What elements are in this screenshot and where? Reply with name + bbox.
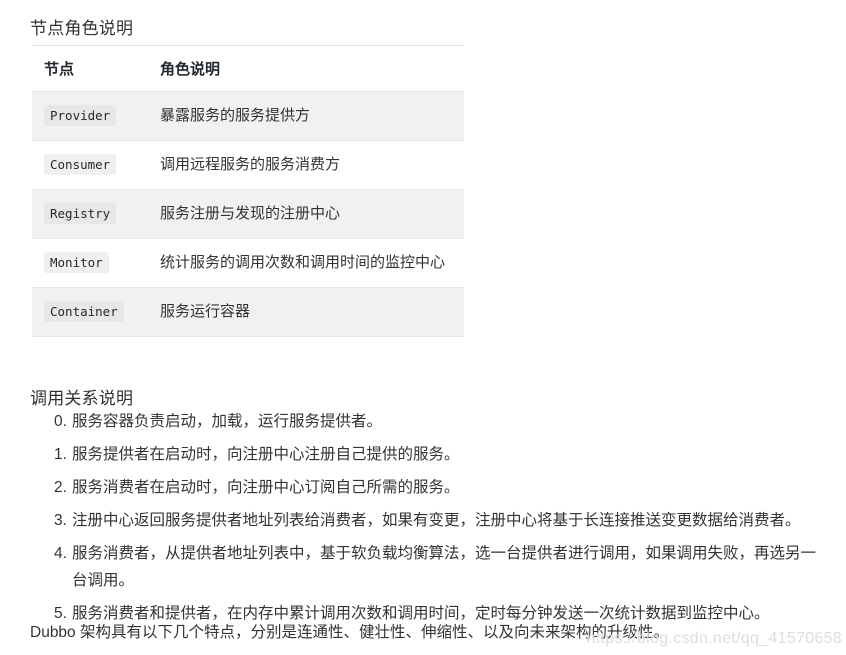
column-header-description: 角色说明 — [158, 45, 464, 92]
table-cell-description: 暴露服务的服务提供方 — [158, 91, 464, 141]
table-row: Container 服务运行容器 — [32, 287, 464, 337]
list-item-text: 服务提供者在启动时，向注册中心注册自己提供的服务。 — [72, 446, 460, 463]
call-relation-list: 0. 服务容器负责启动，加载，运行服务提供者。 1. 服务提供者在启动时，向注册… — [30, 408, 830, 633]
closing-paragraph: Dubbo 架构具有以下几个特点，分别是连通性、健壮性、伸缩性、以及向未来架构的… — [30, 624, 669, 641]
table-cell-description: 服务注册与发现的注册中心 — [158, 189, 464, 239]
table-row: Provider 暴露服务的服务提供方 — [32, 91, 464, 141]
table-row: Consumer 调用远程服务的服务消费方 — [32, 140, 464, 190]
table-cell-description: 统计服务的调用次数和调用时间的监控中心 — [158, 238, 464, 288]
code-chip-consumer: Consumer — [44, 154, 117, 175]
code-chip-container: Container — [44, 301, 124, 322]
list-item-marker: 3. — [54, 512, 67, 529]
table-header-row: 节点 角色说明 — [32, 45, 464, 92]
table-cell-description: 服务运行容器 — [158, 287, 464, 337]
list-item-marker: 2. — [54, 479, 67, 496]
code-chip-monitor: Monitor — [44, 252, 109, 273]
list-item: 0. 服务容器负责启动，加载，运行服务提供者。 — [30, 408, 830, 435]
table-cell-description: 调用远程服务的服务消费方 — [158, 140, 464, 190]
table-cell-node: Monitor — [32, 238, 158, 288]
list-item-text: 注册中心返回服务提供者地址列表给消费者，如果有变更，注册中心将基于长连接推送变更… — [72, 512, 801, 529]
list-item-text: 服务消费者，从提供者地址列表中，基于软负载均衡算法，选一台提供者进行调用，如果调… — [72, 545, 817, 589]
table-cell-node: Provider — [32, 91, 158, 141]
table-body: Provider 暴露服务的服务提供方 Consumer 调用远程服务的服务消费… — [32, 91, 464, 337]
table-cell-node: Consumer — [32, 140, 158, 190]
list-item-marker: 4. — [54, 545, 67, 562]
article-page: 节点角色说明 节点 角色说明 Provider 暴露服务的服务提供方 Consu… — [0, 0, 846, 655]
list-item: 3. 注册中心返回服务提供者地址列表给消费者，如果有变更，注册中心将基于长连接推… — [30, 507, 830, 534]
table-row: Monitor 统计服务的调用次数和调用时间的监控中心 — [32, 238, 464, 288]
list-item-marker: 1. — [54, 446, 67, 463]
list-item: 4. 服务消费者，从提供者地址列表中，基于软负载均衡算法，选一台提供者进行调用，… — [30, 540, 830, 594]
node-role-table: 节点 角色说明 Provider 暴露服务的服务提供方 Consumer 调用远… — [32, 45, 464, 337]
table-row: Registry 服务注册与发现的注册中心 — [32, 189, 464, 239]
table-cell-node: Container — [32, 287, 158, 337]
code-chip-provider: Provider — [44, 105, 117, 126]
column-header-node: 节点 — [32, 45, 158, 92]
section-heading-node-roles: 节点角色说明 — [30, 19, 134, 39]
code-chip-registry: Registry — [44, 203, 117, 224]
list-item: 1. 服务提供者在启动时，向注册中心注册自己提供的服务。 — [30, 441, 830, 468]
list-item-marker: 0. — [54, 413, 67, 430]
section-heading-call-relations: 调用关系说明 — [30, 389, 134, 409]
list-item: 2. 服务消费者在启动时，向注册中心订阅自己所需的服务。 — [30, 474, 830, 501]
list-item-text: 服务容器负责启动，加载，运行服务提供者。 — [72, 413, 383, 430]
table-cell-node: Registry — [32, 189, 158, 239]
list-item-text: 服务消费者在启动时，向注册中心订阅自己所需的服务。 — [72, 479, 460, 496]
table-header: 节点 角色说明 — [32, 45, 464, 92]
